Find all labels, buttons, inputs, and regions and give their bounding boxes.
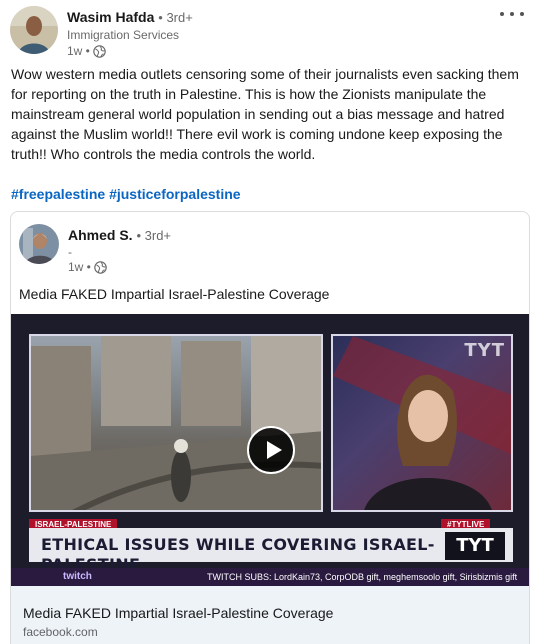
tyt-logo: TYT <box>445 532 505 560</box>
feed-post: Wasim Hafda • 3rd+ Immigration Services … <box>0 0 534 644</box>
ellipsis-icon[interactable] <box>500 6 524 22</box>
hashtag-justiceforpalestine[interactable]: #justiceforpalestine <box>109 186 241 202</box>
shared-commentary: Media FAKED Impartial Israel-Palestine C… <box>19 286 330 302</box>
shared-author-headline: - <box>68 245 72 259</box>
actor-text: Wasim Hafda • 3rd+ Immigration Services … <box>67 8 193 59</box>
post-actor: Wasim Hafda • 3rd+ Immigration Services … <box>10 6 470 59</box>
link-preview[interactable]: Media FAKED Impartial Israel-Palestine C… <box>11 586 529 644</box>
globe-icon <box>93 44 106 58</box>
play-icon[interactable] <box>247 426 295 474</box>
video-player[interactable]: TYT ISRAEL-PALESTINE #TYTLIVE ETHICAL IS… <box>11 314 529 586</box>
shared-post: Ahmed S. • 3rd+ - 1w • Media FAKED Impar… <box>10 211 530 644</box>
author-name-line: Wasim Hafda • 3rd+ <box>67 8 193 27</box>
shared-post-time: 1w • <box>68 260 91 274</box>
shared-actor: Ahmed S. • 3rd+ - 1w • <box>19 224 319 276</box>
shared-author-name[interactable]: Ahmed S. <box>68 227 133 243</box>
video-scene-street <box>29 334 323 512</box>
hashtag-list: #freepalestine #justiceforpalestine <box>11 184 241 204</box>
author-avatar[interactable] <box>10 6 58 54</box>
post-time: 1w • <box>67 44 90 58</box>
tyt-corner-logo: TYT <box>464 340 505 361</box>
author-name[interactable]: Wasim Hafda <box>67 9 154 25</box>
post-commentary: Wow western media outlets censoring some… <box>11 66 519 162</box>
shared-author-avatar[interactable] <box>19 224 59 264</box>
link-title[interactable]: Media FAKED Impartial Israel-Palestine C… <box>23 604 333 622</box>
twitch-logo: twitch <box>63 571 92 582</box>
ticker-text: TWITCH SUBS: LordKain73, CorpODB gift, m… <box>207 572 518 582</box>
link-source: facebook.com <box>23 625 98 639</box>
post-meta: 1w • <box>67 43 193 59</box>
hashtag-freepalestine[interactable]: #freepalestine <box>11 186 105 202</box>
connection-degree: • 3rd+ <box>158 10 193 25</box>
shared-post-meta: 1w • <box>68 259 171 275</box>
author-headline: Immigration Services <box>67 28 180 42</box>
shared-connection-degree: • 3rd+ <box>136 228 172 243</box>
video-scene-anchor: TYT <box>331 334 513 512</box>
shared-author-name-line: Ahmed S. • 3rd+ <box>68 226 171 245</box>
globe-icon <box>94 260 107 274</box>
shared-actor-text: Ahmed S. • 3rd+ - 1w • <box>68 226 171 275</box>
